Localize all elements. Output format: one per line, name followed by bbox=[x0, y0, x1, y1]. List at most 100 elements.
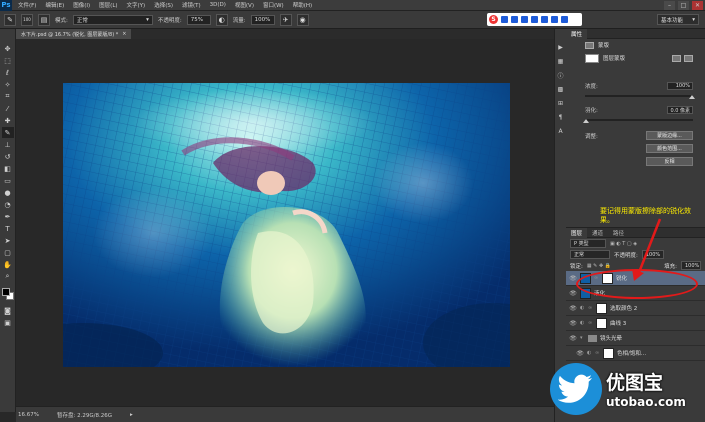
menu-window[interactable]: 窗口(W) bbox=[263, 1, 284, 9]
maximize-button[interactable]: □ bbox=[678, 1, 689, 10]
quick-mask-icon[interactable]: ◙ bbox=[2, 305, 14, 316]
canvas-area[interactable] bbox=[16, 39, 554, 406]
expand-arrow-icon[interactable]: ▾ bbox=[580, 335, 585, 341]
feather-input[interactable]: 0.0 像素 bbox=[667, 106, 693, 114]
airbrush-icon[interactable]: ✈ bbox=[279, 13, 292, 26]
eye-icon[interactable]: 👁 bbox=[569, 320, 577, 327]
blend-mode-select[interactable]: 正常 bbox=[570, 250, 610, 259]
brush-panel-toggle-icon[interactable]: ▤ bbox=[38, 13, 50, 26]
eye-icon[interactable]: 👁 bbox=[569, 290, 577, 297]
layer-row[interactable]: 👁 ◐ ∞ 选取颜色 2 bbox=[566, 301, 705, 316]
tab-channels[interactable]: 通道 bbox=[587, 229, 608, 237]
eyedropper-tool-icon[interactable]: ⁄ bbox=[2, 103, 14, 114]
tab-properties[interactable]: 属性 bbox=[566, 28, 588, 39]
foreground-color-swatch[interactable] bbox=[1, 288, 10, 296]
close-button[interactable]: ✕ bbox=[692, 1, 703, 10]
layer-kind-select[interactable]: P 类型 bbox=[570, 239, 606, 248]
lasso-tool-icon[interactable]: ℓ bbox=[2, 67, 14, 78]
character-icon[interactable]: A bbox=[556, 127, 565, 136]
layer-group-row[interactable]: 👁 ▾ 镜头光晕 bbox=[566, 331, 705, 346]
blend-mode-value: 正常 bbox=[574, 252, 585, 258]
gradient-tool-icon[interactable]: ▭ bbox=[2, 175, 14, 186]
dodge-tool-icon[interactable]: ◔ bbox=[2, 199, 14, 210]
menu-image[interactable]: 图像(I) bbox=[73, 1, 90, 9]
color-swatches[interactable] bbox=[1, 287, 15, 301]
feather-slider-knob[interactable] bbox=[583, 119, 589, 123]
move-tool-icon[interactable]: ✥ bbox=[2, 43, 14, 54]
marquee-tool-icon[interactable]: ⬚ bbox=[2, 55, 14, 66]
underwater-photo[interactable] bbox=[63, 83, 510, 367]
brush-preset-picker[interactable]: 100 bbox=[21, 13, 33, 26]
adjust-icon[interactable]: ⊞ bbox=[556, 99, 565, 108]
flow-input[interactable]: 100% bbox=[250, 14, 275, 25]
zoom-level[interactable]: 16.67% bbox=[18, 412, 39, 418]
brush-tool-icon[interactable]: ✎ bbox=[4, 13, 16, 26]
minimize-button[interactable]: – bbox=[664, 1, 675, 10]
tab-layers[interactable]: 图层 bbox=[566, 227, 588, 238]
pen-tool-icon[interactable]: ✒ bbox=[2, 211, 14, 222]
healing-tool-icon[interactable]: ✚ bbox=[2, 115, 14, 126]
pressure-opacity-icon[interactable]: ◐ bbox=[215, 13, 228, 26]
color-range-button[interactable]: 颜色范围... bbox=[646, 144, 693, 153]
zoom-tool-icon[interactable]: ⌕ bbox=[2, 271, 14, 282]
history-brush-tool-icon[interactable]: ↺ bbox=[2, 151, 14, 162]
opacity-input[interactable]: 75% bbox=[186, 14, 211, 25]
eye-icon[interactable]: 👁 bbox=[569, 335, 577, 342]
adjustment-icon: ◐ bbox=[580, 305, 585, 311]
layer-mask-thumbnail[interactable] bbox=[596, 317, 607, 329]
layer-row[interactable]: 👁 ◐ ∞ 曲线 3 bbox=[566, 316, 705, 331]
invert-button[interactable]: 反相 bbox=[646, 157, 693, 166]
fill-input[interactable]: 100% bbox=[681, 261, 701, 270]
density-slider-knob[interactable] bbox=[689, 95, 695, 99]
density-input[interactable]: 100% bbox=[667, 82, 693, 90]
path-select-tool-icon[interactable]: ➤ bbox=[2, 235, 14, 246]
paragraph-icon[interactable]: ¶ bbox=[556, 113, 565, 122]
lock-icons[interactable]: ▦ ✎ ✥ 🔒 bbox=[587, 263, 611, 269]
type-tool-icon[interactable]: T bbox=[2, 223, 14, 234]
filter-icons[interactable]: ▣ ◐ T ▢ ◈ bbox=[610, 241, 637, 247]
link-icon[interactable]: ∞ bbox=[588, 320, 593, 326]
pixel-mask-icon[interactable] bbox=[672, 54, 681, 62]
screen-mode-icon[interactable]: ▣ bbox=[2, 317, 14, 328]
mask-edge-button[interactable]: 蒙版边缘... bbox=[646, 131, 693, 140]
brush-tool-icon[interactable]: ✎ bbox=[1, 127, 14, 138]
quick-select-tool-icon[interactable]: ✧ bbox=[2, 79, 14, 90]
tab-paths[interactable]: 路径 bbox=[608, 229, 629, 237]
menu-view[interactable]: 视图(V) bbox=[235, 1, 254, 9]
layer-mask-thumbnail[interactable] bbox=[596, 302, 607, 314]
clone-stamp-tool-icon[interactable]: ⊥ bbox=[2, 139, 14, 150]
history-icon[interactable]: ▦ bbox=[556, 57, 565, 66]
blur-tool-icon[interactable]: ● bbox=[2, 187, 14, 198]
hand-tool-icon[interactable]: ✋ bbox=[2, 259, 14, 270]
info-icon[interactable]: ⓘ bbox=[556, 71, 565, 80]
properties-tabs: 属性 bbox=[566, 28, 705, 39]
pressure-size-icon[interactable]: ◉ bbox=[296, 13, 309, 26]
status-bar: 16.67% 暂存盘: 2.29G/8.26G ▸ bbox=[16, 406, 554, 422]
menu-filter[interactable]: 滤镜(T) bbox=[182, 1, 201, 9]
layer-opacity-input[interactable]: 100% bbox=[641, 250, 664, 259]
eye-icon[interactable]: 👁 bbox=[569, 305, 577, 312]
workspace-select[interactable]: 基本功能 ▾ bbox=[657, 14, 699, 25]
eye-icon[interactable]: 👁 bbox=[569, 275, 577, 282]
vector-mask-icon[interactable] bbox=[684, 54, 693, 62]
shape-tool-icon[interactable]: ▢ bbox=[2, 247, 14, 258]
link-icon[interactable]: ∞ bbox=[588, 305, 593, 311]
play-action-icon[interactable]: ▶ bbox=[556, 43, 565, 52]
menu-file[interactable]: 文件(F) bbox=[18, 1, 36, 9]
feather-slider[interactable] bbox=[585, 119, 693, 121]
menu-help[interactable]: 帮助(H) bbox=[293, 1, 312, 9]
menu-type[interactable]: 文字(Y) bbox=[127, 1, 146, 9]
menu-3d[interactable]: 3D(D) bbox=[210, 2, 226, 8]
document-tab[interactable]: 水下片.psd @ 16.7% (锐化, 图层蒙版/8) * × bbox=[16, 29, 132, 39]
crop-tool-icon[interactable]: ⌗ bbox=[2, 91, 14, 102]
close-tab-icon[interactable]: × bbox=[122, 31, 126, 37]
menu-select[interactable]: 选择(S) bbox=[154, 1, 173, 9]
swatches-icon[interactable]: ▩ bbox=[556, 85, 565, 94]
density-slider[interactable] bbox=[585, 95, 693, 97]
menu-edit[interactable]: 编辑(E) bbox=[45, 1, 64, 9]
menu-layer[interactable]: 图层(L) bbox=[99, 1, 117, 9]
eraser-tool-icon[interactable]: ◧ bbox=[2, 163, 14, 174]
mode-select[interactable]: 正常 ▾ bbox=[72, 14, 153, 25]
status-arrow-icon[interactable]: ▸ bbox=[130, 412, 133, 418]
